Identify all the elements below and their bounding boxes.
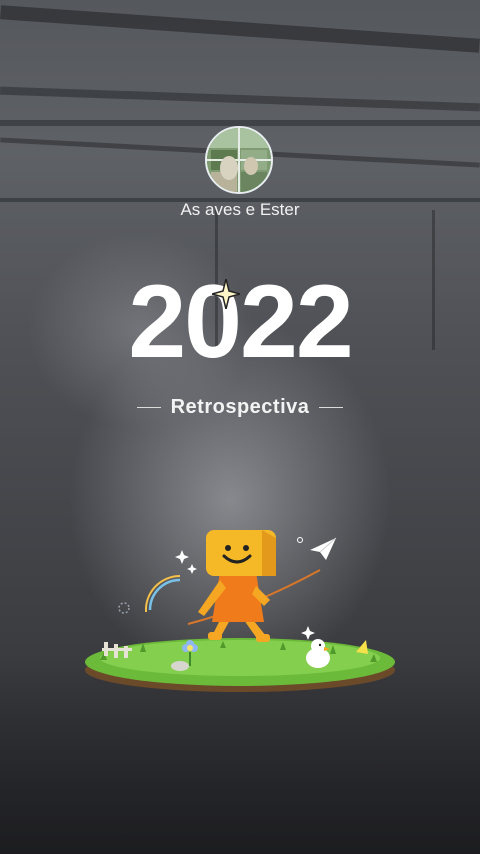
bubble-icon [297, 537, 303, 543]
background-beam [0, 5, 480, 53]
recap-subtitle: Retrospectiva [170, 396, 310, 418]
sparkle-icon [187, 564, 197, 574]
paper-plane-icon [310, 537, 337, 560]
year-title: 2022 [128, 264, 353, 380]
profile-name: As aves e Ester [180, 200, 300, 219]
rainbow-icon [148, 578, 181, 611]
background-beam [0, 86, 480, 112]
sparkle-icon [175, 550, 189, 564]
divider-line [136, 406, 161, 409]
fence-icon [102, 642, 132, 658]
grass-island [85, 638, 395, 692]
subtitle-row: Retrospectiva [0, 396, 480, 419]
gear-spark-icon [118, 602, 130, 614]
recap-illustration [85, 530, 395, 692]
sparkle-icon [301, 626, 315, 640]
profile-avatar[interactable] [205, 126, 273, 194]
divider-line [319, 406, 344, 409]
rock-icon [171, 661, 189, 671]
profile-photo-icon [207, 128, 271, 192]
recap-screen: As aves e Ester 2022 Retrospectiva [0, 0, 480, 854]
mascot-icon [198, 530, 276, 642]
sparkle-icon [212, 279, 240, 309]
